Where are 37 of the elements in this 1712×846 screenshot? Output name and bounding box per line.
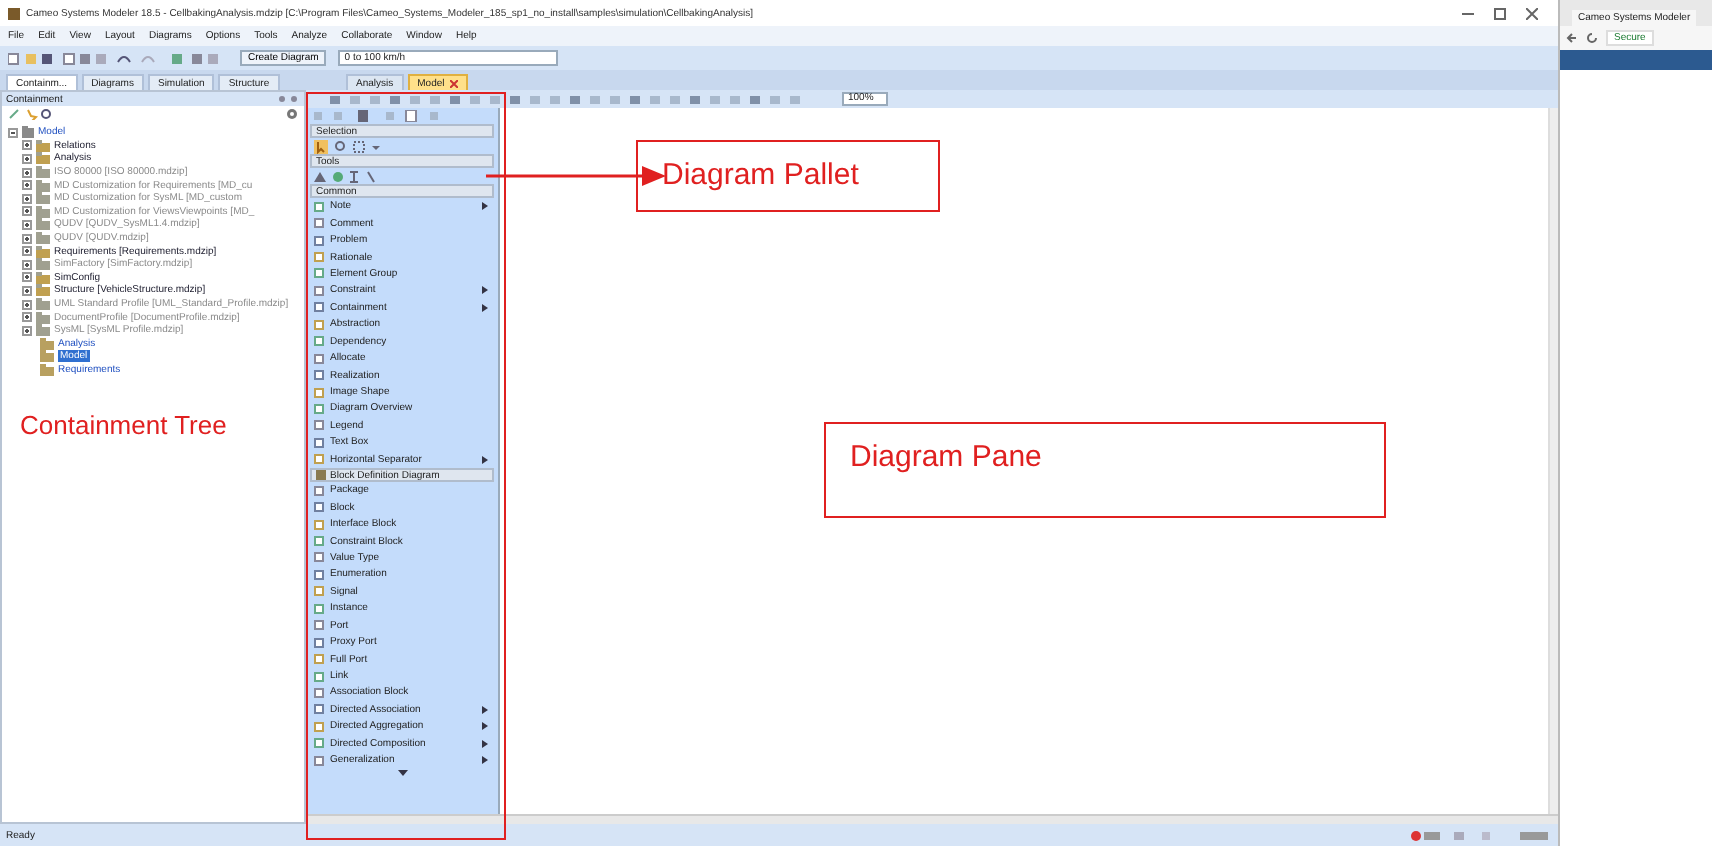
expand-icon[interactable] bbox=[22, 167, 32, 178]
expand-icon[interactable] bbox=[22, 193, 32, 204]
tree-tools-icon[interactable] bbox=[8, 108, 52, 120]
close-icon[interactable] bbox=[450, 79, 459, 87]
maximize-icon[interactable] bbox=[1494, 7, 1506, 19]
expand-icon[interactable] bbox=[22, 246, 32, 257]
expand-icon[interactable] bbox=[22, 140, 32, 151]
folder-icon bbox=[36, 245, 50, 258]
linked-package-icon bbox=[36, 258, 50, 271]
close-icon[interactable] bbox=[1526, 7, 1538, 19]
expand-icon[interactable] bbox=[22, 153, 32, 164]
callout-label: Containment Tree bbox=[20, 412, 227, 438]
pin-icon[interactable] bbox=[276, 94, 300, 104]
expand-icon[interactable] bbox=[22, 325, 32, 336]
back-icon[interactable] bbox=[1566, 32, 1578, 44]
expand-icon[interactable] bbox=[22, 233, 32, 244]
expand-icon[interactable] bbox=[22, 219, 32, 230]
settings-icon[interactable] bbox=[286, 108, 298, 120]
diagram-icon bbox=[316, 470, 326, 480]
expand-icon[interactable] bbox=[22, 180, 32, 191]
horizontal-scrollbar[interactable] bbox=[306, 814, 1558, 824]
callout-label: Diagram Pane bbox=[824, 422, 1386, 518]
app-icon bbox=[8, 7, 20, 19]
callout-label: Diagram Pallet bbox=[636, 140, 940, 212]
vertical-scrollbar[interactable] bbox=[1548, 108, 1558, 814]
expand-icon[interactable] bbox=[22, 299, 32, 310]
minimize-icon[interactable] bbox=[1462, 7, 1474, 19]
expand-icon[interactable] bbox=[22, 206, 32, 217]
scroll-down-icon[interactable] bbox=[397, 770, 407, 777]
expand-icon[interactable] bbox=[22, 259, 32, 270]
collapse-icon[interactable] bbox=[8, 127, 18, 138]
reload-icon[interactable] bbox=[1586, 32, 1598, 44]
expand-icon[interactable] bbox=[22, 272, 32, 283]
model-icon bbox=[22, 126, 34, 139]
status-icons-drawing bbox=[1410, 829, 1550, 841]
expand-icon[interactable] bbox=[22, 312, 32, 323]
expand-icon[interactable] bbox=[22, 285, 32, 296]
